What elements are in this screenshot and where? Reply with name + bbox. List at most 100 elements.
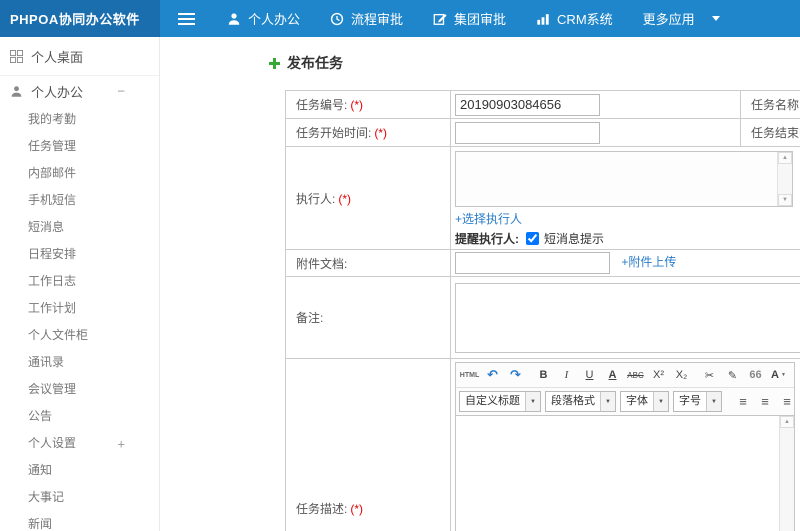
- attachment-input[interactable]: [455, 252, 610, 274]
- rich-text-editor: HTML ↶ ↷ B I U A ABC X² X₂ ✂ ✎ 66 A ▼ 自定…: [455, 362, 795, 531]
- collapse-toggle-icon[interactable]: −: [117, 84, 125, 99]
- menu-toggle-icon[interactable]: [160, 0, 212, 37]
- sidebar-item-label: 大事记: [28, 490, 65, 504]
- dropdown-label: 段落格式: [551, 395, 595, 407]
- executor-textarea[interactable]: ▲ ▼: [455, 151, 793, 207]
- task-no-label-cell: 任务编号: (*): [285, 90, 451, 119]
- sidebar-item[interactable]: 手机短信: [0, 187, 159, 214]
- remark-textarea[interactable]: [455, 282, 800, 353]
- field-label: 任务描述:: [296, 502, 348, 516]
- clock-icon: [330, 12, 344, 25]
- editor-tool-button[interactable]: ABC: [625, 365, 646, 385]
- sidebar-item[interactable]: 日程安排: [0, 241, 159, 268]
- editor-toolbar-row1: HTML ↶ ↷ B I U A ABC X² X₂ ✂ ✎ 66 A ▼: [456, 363, 794, 388]
- sidebar-item[interactable]: 公告: [0, 403, 159, 430]
- bar-chart-icon: [537, 13, 549, 25]
- top-menu: 个人办公 流程审批 集团审批 CRM系统 更多应用: [212, 0, 735, 37]
- sidebar-item-label: 我的考勤: [28, 112, 77, 126]
- select-executor-link[interactable]: +选择执行人: [455, 212, 522, 226]
- sidebar-item[interactable]: 个人文件柜: [0, 322, 159, 349]
- editor-tool-button[interactable]: ✎: [722, 365, 743, 385]
- start-time-input[interactable]: [455, 121, 600, 144]
- sidebar-item[interactable]: 新闻: [0, 511, 159, 531]
- editor-tool-button[interactable]: I: [556, 365, 577, 385]
- remark-label-cell: 备注:: [285, 276, 451, 359]
- sidebar-item-label: 新闻: [28, 517, 53, 531]
- sidebar-item-desktop[interactable]: 个人桌面: [0, 37, 159, 76]
- scrollbar[interactable]: ▲ ▼: [777, 152, 792, 206]
- editor-tool-button[interactable]: B: [533, 365, 554, 385]
- sidebar-item[interactable]: 任务管理: [0, 133, 159, 160]
- scroll-up-icon[interactable]: ▲: [780, 416, 794, 428]
- nav-label: 集团审批: [454, 12, 507, 27]
- sidebar-menu: 我的考勤 任务管理 内部邮件 手机短信 短消息 日程安排 工作日志 工作计划 个…: [0, 106, 159, 430]
- field-label: 任务开始时间:: [296, 126, 372, 140]
- editor-tool-button[interactable]: 66: [745, 365, 766, 385]
- chevron-down-icon: ▼: [706, 392, 721, 411]
- editor-tool-button[interactable]: ↶: [482, 365, 503, 385]
- task-form: 任务编号:(*) 任务名称:(*) 任务开始时间:(*) 任务结束时间: [285, 90, 800, 531]
- expand-toggle-icon[interactable]: +: [117, 430, 125, 457]
- field-label: 任务结束时间:: [751, 126, 800, 140]
- sidebar-section-label: 个人办公: [31, 84, 84, 100]
- sms-checkbox[interactable]: [526, 232, 539, 245]
- sidebar-item-label: 日程安排: [28, 247, 77, 261]
- person-icon: [11, 85, 22, 97]
- editor-tool-button[interactable]: X²: [648, 365, 669, 385]
- sidebar-item-label: 通讯录: [28, 355, 65, 369]
- scroll-down-icon[interactable]: ▼: [778, 194, 792, 206]
- editor-tool-button[interactable]: ↷: [505, 365, 526, 385]
- sidebar-item[interactable]: 内部邮件: [0, 160, 159, 187]
- sidebar-item[interactable]: 通知: [0, 457, 159, 484]
- sidebar-item-label: 短消息: [28, 220, 65, 234]
- sidebar-section-personal-office[interactable]: 个人办公 −: [0, 76, 159, 106]
- main-content: 发布任务 任务编号:(*) 任务名称:(*) 任务开始时间:(*): [160, 37, 800, 531]
- editor-tool-button[interactable]: HTML: [459, 365, 480, 385]
- align-center-icon[interactable]: ≡: [755, 392, 775, 411]
- chevron-down-icon: ▼: [600, 392, 615, 411]
- sidebar-item[interactable]: 我的考勤: [0, 106, 159, 133]
- editor-dropdown[interactable]: 自定义标题 ▼: [459, 391, 541, 412]
- editor-tool-button[interactable]: A: [768, 365, 789, 385]
- sidebar-item-label: 个人文件柜: [28, 328, 89, 342]
- start-time-label-cell: 任务开始时间: (*): [285, 118, 451, 147]
- sidebar-item[interactable]: 会议管理: [0, 376, 159, 403]
- scrollbar[interactable]: ▲: [779, 416, 794, 531]
- attachment-upload-link[interactable]: +附件上传: [621, 255, 676, 269]
- page-title: 发布任务: [268, 53, 800, 73]
- sidebar-item[interactable]: 工作日志: [0, 268, 159, 295]
- align-right-icon[interactable]: ≡: [777, 392, 797, 411]
- editor-content-area[interactable]: ▲: [456, 416, 794, 531]
- sidebar-item[interactable]: 工作计划: [0, 295, 159, 322]
- editor-tool-button[interactable]: ✂: [699, 365, 720, 385]
- editor-dropdown[interactable]: 段落格式 ▼: [545, 391, 616, 412]
- field-label: 备注:: [296, 311, 324, 325]
- task-name-label-cell: 任务名称:(*): [740, 90, 800, 119]
- editor-tool-button[interactable]: U: [579, 365, 600, 385]
- sidebar-item[interactable]: 通讯录: [0, 349, 159, 376]
- sidebar-item[interactable]: 大事记: [0, 484, 159, 511]
- nav-process-approval[interactable]: 流程审批: [315, 0, 418, 37]
- sidebar-item-label: 任务管理: [28, 139, 77, 153]
- field-label: 执行人:: [296, 191, 336, 206]
- editor-tool-button[interactable]: A: [602, 365, 623, 385]
- nav-more-apps[interactable]: 更多应用: [628, 0, 735, 37]
- scroll-up-icon[interactable]: ▲: [778, 152, 792, 164]
- nav-personal-office[interactable]: 个人办公: [212, 0, 315, 37]
- sidebar-item-settings[interactable]: 个人设置 +: [0, 430, 159, 457]
- sidebar-item-label: 会议管理: [28, 382, 77, 396]
- field-label: 任务编号:: [296, 98, 348, 112]
- dropdown-label: 字体: [626, 395, 648, 407]
- editor-dropdown[interactable]: 字体 ▼: [620, 391, 669, 412]
- nav-group-approval[interactable]: 集团审批: [418, 0, 521, 37]
- task-no-input[interactable]: [455, 93, 600, 116]
- align-left-icon[interactable]: ≡: [733, 392, 753, 411]
- editor-tool-button[interactable]: X₂: [671, 365, 692, 385]
- required-mark: (*): [350, 98, 364, 112]
- nav-label: 个人办公: [248, 12, 301, 27]
- sidebar-item[interactable]: 短消息: [0, 214, 159, 241]
- sms-checkbox-label: 短消息提示: [544, 232, 605, 246]
- editor-dropdown[interactable]: 字号 ▼: [673, 391, 722, 412]
- nav-crm-system[interactable]: CRM系统: [521, 0, 628, 37]
- chevron-down-icon: ▼: [525, 392, 540, 411]
